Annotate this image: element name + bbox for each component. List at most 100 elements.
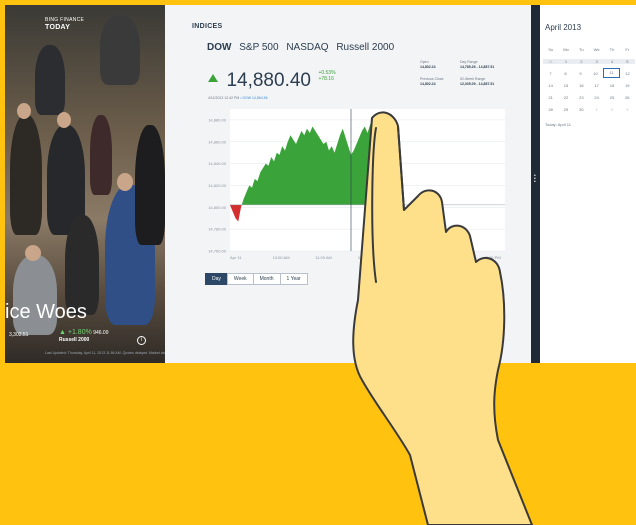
photo-figure bbox=[100, 15, 140, 85]
range-selector: Day Week Month 1 Year bbox=[205, 267, 308, 285]
calendar-day[interactable]: 23 bbox=[574, 95, 589, 100]
calendar-day[interactable]: 18 bbox=[604, 83, 619, 88]
x-tick-label: 12:00 PM bbox=[358, 255, 375, 260]
x-tick-label: 10:00 AM bbox=[273, 255, 290, 260]
tab-russell-2000[interactable]: Russell 2000 bbox=[336, 42, 394, 53]
calendar-day[interactable]: 9 bbox=[573, 71, 588, 76]
calendar-day: Mo bbox=[563, 46, 569, 52]
tab-sp500[interactable]: S&P 500 bbox=[239, 42, 278, 53]
calendar-day[interactable]: 24 bbox=[589, 95, 604, 100]
price-row: 14,880.40 +0.53% +78.16 bbox=[208, 70, 336, 92]
calendar-week: 31 1 2 3 4 5 bbox=[543, 55, 635, 67]
x-tick-label: Apr 11 bbox=[230, 255, 242, 260]
calendar-day[interactable]: 14 bbox=[543, 83, 558, 88]
y-tick-label: 14,760.00 bbox=[208, 249, 227, 254]
calendar-day[interactable]: 19 bbox=[620, 83, 635, 88]
calendar-day[interactable]: 15 bbox=[558, 83, 573, 88]
indices-section: INDICES DOW S&P 500 NASDAQ Russell 2000 … bbox=[165, 5, 531, 363]
photo-head bbox=[57, 112, 71, 128]
calendar-day[interactable]: 28 bbox=[543, 107, 558, 112]
calendar-day[interactable]: 5 bbox=[619, 58, 635, 64]
news-headline[interactable]: ice Woes bbox=[5, 301, 87, 324]
tab-dow[interactable]: DOW bbox=[207, 42, 231, 53]
price-chart[interactable]: 14,880.00 14,860.00 14,840.00 14,820.00 14,8… bbox=[185, 101, 515, 261]
index-price: 14,880.40 bbox=[226, 70, 311, 91]
calendar-day[interactable]: 21 bbox=[543, 95, 558, 100]
calendar-day[interactable]: 31 bbox=[543, 58, 559, 64]
stat-day-range: Day Range 14,785.26 - 14,887.51 bbox=[460, 60, 510, 70]
change-points: +78.16 bbox=[318, 76, 334, 82]
calendar-day[interactable]: 2 bbox=[604, 107, 619, 112]
snap-divider[interactable]: • • • bbox=[531, 5, 540, 363]
grip-icon: • • • bbox=[534, 173, 536, 185]
hover-readout-line-1: Thursday, April 11, 2013 · 14,880.40 bbox=[436, 278, 493, 282]
calendar-week: 28 29 30 1 2 3 bbox=[543, 103, 635, 115]
info-icon[interactable]: i bbox=[137, 336, 146, 345]
price-change: +0.53% +78.16 bbox=[318, 70, 335, 82]
x-tick-label: 2:00 PM bbox=[443, 255, 458, 260]
stat-52-week: 52-Week Range 12,035.09 - 14,887.51 bbox=[460, 77, 510, 87]
news-photo-panel[interactable]: BING FINANCE TODAY ice Woes 3,302.51 ▲ +… bbox=[5, 5, 165, 363]
y-tick-label: 14,800.00 bbox=[208, 205, 227, 210]
as-of-series: • DOW 14,864.56 bbox=[240, 96, 268, 100]
y-tick-label: 14,840.00 bbox=[208, 161, 227, 166]
as-of-timestamp: 4/11/2013 12:42 PM • DOW 14,864.56 bbox=[208, 96, 268, 100]
calendar-day: Tu bbox=[579, 46, 584, 52]
photo-figure bbox=[90, 115, 112, 195]
calendar-day: We bbox=[593, 46, 600, 52]
stat-week-value: 12,035.09 - 14,887.51 bbox=[460, 82, 495, 86]
calendar-day[interactable]: 16 bbox=[574, 83, 589, 88]
calendar-panel: April 2013 Su Mo Tu We Th Fr 31 1 2 3 4 5 7 8 9 10 11 12 1… bbox=[540, 5, 636, 363]
stat-day-label: Day Range bbox=[460, 60, 478, 64]
range-1year-button[interactable]: 1 Year bbox=[279, 273, 308, 285]
x-tick-label: 3:00 PM bbox=[486, 255, 501, 260]
calendar-day[interactable]: 11 bbox=[603, 68, 620, 78]
calendar-day: Su bbox=[548, 46, 554, 52]
calendar-day[interactable]: 17 bbox=[589, 83, 604, 88]
calendar-day[interactable]: 29 bbox=[558, 107, 573, 112]
y-tick-label: 14,820.00 bbox=[208, 183, 227, 188]
calendar-day: Fr bbox=[625, 46, 630, 52]
calendar-day[interactable]: 10 bbox=[588, 71, 603, 76]
y-tick-label: 14,880.00 bbox=[208, 117, 227, 122]
range-month-button[interactable]: Month bbox=[252, 273, 281, 285]
app-brand: BING FINANCE TODAY bbox=[45, 17, 84, 31]
x-tick-label: 1:00 PM bbox=[401, 255, 416, 260]
calendar-day[interactable]: 4 bbox=[604, 58, 620, 64]
calendar-day[interactable]: 22 bbox=[558, 95, 573, 100]
calendar-week: 21 22 23 24 25 26 bbox=[543, 91, 635, 103]
x-tick-label: 11:00 AM bbox=[315, 255, 332, 260]
app-name: BING FINANCE bbox=[45, 17, 85, 23]
calendar-day[interactable]: 3 bbox=[588, 58, 605, 64]
hover-readout: Thursday, April 11, 2013 · 14,880.40 Tim… bbox=[436, 278, 492, 288]
calendar-day[interactable]: 1 bbox=[558, 58, 574, 64]
y-tick-label: 14,860.00 bbox=[208, 139, 227, 144]
calendar-day[interactable]: 12 bbox=[620, 71, 635, 76]
photo-head bbox=[17, 103, 31, 119]
calendar-day[interactable]: 2 bbox=[573, 58, 589, 64]
calendar-day[interactable]: 25 bbox=[604, 95, 619, 100]
stat-week-label: 52-Week Range bbox=[460, 77, 486, 81]
photo-head bbox=[25, 245, 41, 261]
range-day-button[interactable]: Day bbox=[205, 273, 228, 285]
mini-quote[interactable]: ▲ +1.80% 946.09 Russell 2000 bbox=[59, 329, 109, 344]
as-of-time: 4/11/2013 12:42 PM bbox=[208, 96, 240, 100]
calendar-today: Today: April 11 bbox=[545, 122, 571, 127]
calendar-day[interactable]: 8 bbox=[558, 71, 573, 76]
range-week-button[interactable]: Week bbox=[226, 273, 254, 285]
photo-head bbox=[117, 173, 133, 191]
index-tabs: DOW S&P 500 NASDAQ Russell 2000 bbox=[207, 42, 399, 53]
calendar-grid: Su Mo Tu We Th Fr 31 1 2 3 4 5 7 8 9 10 11 12 14 15 16 17 18 19… bbox=[543, 43, 635, 115]
left-stat-value: 3,302.51 bbox=[9, 332, 29, 338]
stat-prev-label: Previous Close bbox=[420, 77, 444, 81]
calendar-day[interactable]: 7 bbox=[543, 71, 558, 76]
tab-nasdaq[interactable]: NASDAQ bbox=[286, 42, 328, 53]
calendar-day[interactable]: 26 bbox=[620, 95, 635, 100]
mini-quote-index: Russell 2000 bbox=[59, 337, 90, 343]
calendar-weekday-row: Su Mo Tu We Th Fr bbox=[543, 43, 635, 55]
mini-quote-change: ▲ +1.80% bbox=[59, 329, 92, 336]
calendar-day[interactable]: 1 bbox=[589, 107, 604, 112]
calendar-day[interactable]: 30 bbox=[574, 107, 589, 112]
device-screen: BING FINANCE TODAY ice Woes 3,302.51 ▲ +… bbox=[5, 5, 636, 363]
calendar-day[interactable]: 3 bbox=[620, 107, 635, 112]
